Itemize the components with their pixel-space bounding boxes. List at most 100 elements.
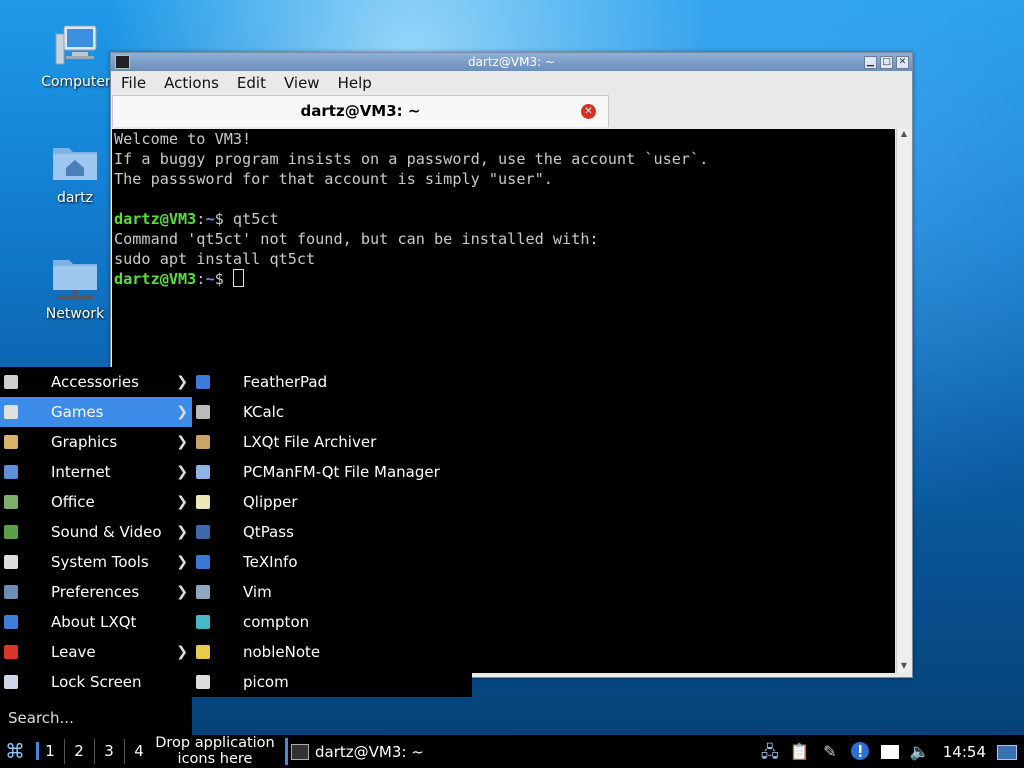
- submenu-item[interactable]: FeatherPad: [192, 367, 472, 397]
- start-menu-icon[interactable]: ⌘: [4, 740, 26, 762]
- desktop-switch-2[interactable]: 2: [68, 742, 90, 760]
- submenu-item[interactable]: TeXInfo: [192, 547, 472, 577]
- close-tab-icon[interactable]: ✕: [581, 104, 596, 119]
- compton-icon: [196, 615, 210, 629]
- menu-item-internet[interactable]: Internet ❯: [0, 457, 192, 487]
- terminal-line: Command 'qt5ct' not found, but can be in…: [114, 230, 599, 248]
- screenshot-icon[interactable]: ✎: [819, 741, 841, 763]
- menu-item-label: Games: [51, 403, 104, 421]
- menu-item-about-lxqt[interactable]: About LXQt: [0, 607, 192, 637]
- divider: [124, 739, 125, 764]
- network-status-icon[interactable]: 🖧: [759, 741, 781, 763]
- submenu-item[interactable]: Vim: [192, 577, 472, 607]
- menu-item-label: Graphics: [51, 433, 118, 451]
- chevron-right-icon: ❯: [176, 554, 188, 570]
- submenu-item-label: FeatherPad: [243, 373, 328, 391]
- menu-item-accessories[interactable]: Accessories ❯: [0, 367, 192, 397]
- menu-item-label: About LXQt: [51, 613, 137, 631]
- prompt-path: ~: [205, 210, 215, 228]
- menu-item-label: Accessories: [51, 373, 139, 391]
- menu-view[interactable]: View: [284, 74, 320, 92]
- prompt-dollar: $: [214, 270, 233, 288]
- menu-item-sound-video[interactable]: Sound & Video ❯: [0, 517, 192, 547]
- menu-item-office[interactable]: Office ❯: [0, 487, 192, 517]
- desktop-icon-home[interactable]: dartz: [33, 138, 117, 206]
- notification-icon[interactable]: [849, 741, 871, 763]
- vertical-scrollbar[interactable]: ▲ ▼: [896, 129, 911, 673]
- qlipper-icon: [196, 495, 210, 509]
- menu-search-input[interactable]: Search...: [8, 709, 74, 727]
- prompt-path: ~: [205, 270, 215, 288]
- submenu-item[interactable]: compton: [192, 607, 472, 637]
- submenu-item-label: compton: [243, 613, 310, 631]
- desktop-switch-3[interactable]: 3: [98, 742, 120, 760]
- terminal-tab[interactable]: dartz@VM3: ~ ✕: [112, 95, 609, 127]
- prompt-line: dartz@VM3:~$ qt5ct: [114, 209, 893, 229]
- submenu-item[interactable]: Qlipper: [192, 487, 472, 517]
- prompt-user: dartz@VM3: [114, 270, 197, 288]
- menu-item-system-tools[interactable]: System Tools ❯: [0, 547, 192, 577]
- quicklaunch-drop-area[interactable]: Drop application icons here: [152, 735, 278, 767]
- terminal-icon: [291, 743, 309, 760]
- menu-item-label: Lock Screen: [51, 673, 142, 691]
- picom-icon: [196, 675, 210, 689]
- submenu-item[interactable]: LXQt File Archiver: [192, 427, 472, 457]
- network-folder-icon: [51, 254, 99, 302]
- menu-help[interactable]: Help: [338, 74, 372, 92]
- keyboard-layout-icon[interactable]: [996, 741, 1018, 763]
- menu-file[interactable]: File: [121, 74, 146, 92]
- submenu-item[interactable]: PCManFM-Qt File Manager: [192, 457, 472, 487]
- desktop-icon-network[interactable]: Network: [33, 254, 117, 322]
- scroll-up-icon[interactable]: ▲: [897, 129, 911, 141]
- menu-actions[interactable]: Actions: [164, 74, 219, 92]
- preferences-icon: [4, 585, 18, 599]
- maximize-button[interactable]: □: [880, 56, 893, 69]
- submenu-item-label: Qlipper: [243, 493, 298, 511]
- kcalc-icon: [196, 405, 210, 419]
- volume-icon[interactable]: 🔈: [909, 741, 931, 763]
- desktop-switch-1[interactable]: 1: [36, 742, 61, 760]
- desktop-switch-4[interactable]: 4: [128, 742, 150, 760]
- menu-item-games[interactable]: Games ❯: [0, 397, 192, 427]
- terminal-line: sudo apt install qt5ct: [114, 250, 316, 268]
- menu-item-label: Leave: [51, 643, 96, 661]
- vim-icon: [196, 585, 210, 599]
- menu-item-label: Office: [51, 493, 95, 511]
- menu-bar: File Actions Edit View Help: [111, 71, 912, 95]
- submenu-item-label: picom: [243, 673, 289, 691]
- clipboard-icon[interactable]: 📋: [789, 741, 811, 763]
- close-window-button[interactable]: ✕: [896, 56, 909, 69]
- window-title: dartz@VM3: ~: [467, 55, 556, 69]
- drop-hint-line1: Drop application: [155, 735, 275, 751]
- archiver-icon: [196, 435, 210, 449]
- submenu-item[interactable]: QtPass: [192, 517, 472, 547]
- clock[interactable]: 14:54: [943, 743, 986, 761]
- application-menu: Accessories ❯ Games ❯ Graphics ❯ Internet ❯ Offi…: [0, 367, 192, 735]
- desktop-icon-label: dartz: [56, 190, 94, 206]
- menu-item-leave[interactable]: Leave ❯: [0, 637, 192, 667]
- submenu-item[interactable]: KCalc: [192, 397, 472, 427]
- prompt-line: dartz@VM3:~$: [114, 269, 893, 289]
- chevron-right-icon: ❯: [176, 434, 188, 450]
- submenu-item[interactable]: picom: [192, 667, 472, 697]
- window-titlebar[interactable]: dartz@VM3: ~ ▁ □ ✕: [111, 53, 912, 71]
- show-desktop-icon[interactable]: [879, 741, 901, 763]
- menu-edit[interactable]: Edit: [237, 74, 266, 92]
- menu-item-graphics[interactable]: Graphics ❯: [0, 427, 192, 457]
- taskbar-window-button[interactable]: dartz@VM3: ~: [285, 738, 435, 765]
- scroll-down-icon[interactable]: ▼: [897, 661, 911, 673]
- minimize-button[interactable]: ▁: [864, 56, 877, 69]
- entered-command: qt5ct: [232, 210, 279, 228]
- tab-bar: dartz@VM3: ~ ✕: [111, 95, 912, 127]
- menu-item-preferences[interactable]: Preferences ❯: [0, 577, 192, 607]
- office-icon: [4, 495, 18, 509]
- submenu-item[interactable]: nobleNote: [192, 637, 472, 667]
- desktop-icon-computer[interactable]: Computer: [34, 22, 118, 90]
- sound-video-icon: [4, 525, 18, 539]
- tab-title: dartz@VM3: ~: [300, 102, 421, 120]
- menu-item-lock-screen[interactable]: Lock Screen: [0, 667, 192, 697]
- desktop-icon-label: Computer: [41, 74, 111, 90]
- divider: [64, 739, 65, 764]
- terminal-line: The passsword for that account is simply…: [114, 170, 553, 188]
- system-tray: 🖧 📋 ✎ 🔈 14:54: [751, 735, 1024, 768]
